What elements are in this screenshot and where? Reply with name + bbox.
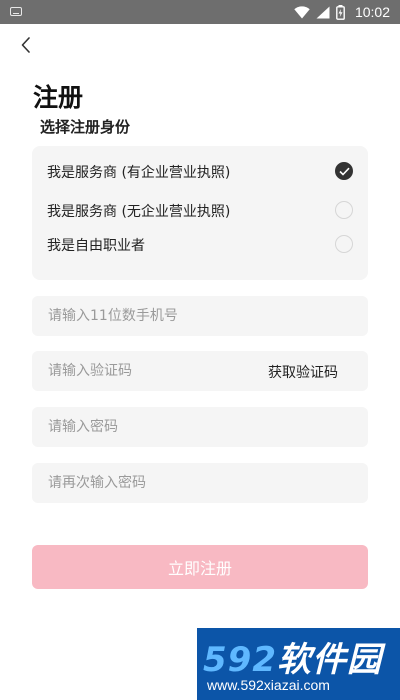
- wifi-icon: [294, 5, 310, 18]
- role-option-label: 我是自由职业者: [47, 238, 145, 254]
- page-title: 注册: [33, 83, 84, 112]
- back-button[interactable]: [16, 35, 36, 55]
- watermark-logo: 592软件园 www.592xiazai.com: [197, 628, 400, 700]
- radio-unchecked-icon[interactable]: [335, 235, 353, 253]
- battery-icon: [336, 4, 345, 20]
- phone-input[interactable]: [32, 296, 368, 336]
- radio-checked-icon[interactable]: [335, 162, 353, 180]
- code-field: 获取验证码: [32, 351, 368, 391]
- status-bar: 10:02: [0, 0, 400, 24]
- status-time: 10:02: [354, 4, 390, 20]
- register-button[interactable]: 立即注册: [32, 545, 368, 589]
- watermark-url: www.592xiazai.com: [207, 677, 330, 693]
- password-field: [32, 407, 368, 447]
- role-option-unlicensed-provider[interactable]: 我是服务商 (无企业营业执照): [32, 197, 368, 223]
- role-option-licensed-provider[interactable]: 我是服务商 (有企业营业执照): [32, 158, 368, 184]
- keyboard-icon: [10, 7, 22, 16]
- role-section-title: 选择注册身份: [40, 118, 131, 136]
- signal-icon: [316, 6, 330, 18]
- chevron-left-icon: [21, 37, 30, 53]
- watermark-number: 592: [203, 640, 277, 680]
- role-selector: 我是服务商 (有企业营业执照) 我是服务商 (无企业营业执照) 我是自由职业者: [32, 146, 368, 280]
- password-input[interactable]: [32, 407, 368, 447]
- confirm-password-input[interactable]: [32, 463, 368, 503]
- confirm-password-field: [32, 463, 368, 503]
- radio-unchecked-icon[interactable]: [335, 201, 353, 219]
- phone-field: [32, 296, 368, 336]
- watermark-text: 软件园: [276, 640, 382, 680]
- status-icons: 10:02: [294, 3, 390, 21]
- role-option-freelancer[interactable]: 我是自由职业者: [32, 231, 368, 257]
- get-code-button[interactable]: 获取验证码: [268, 362, 338, 382]
- role-option-label: 我是服务商 (无企业营业执照): [47, 204, 231, 220]
- watermark-brand: 592软件园: [203, 632, 382, 681]
- role-option-label: 我是服务商 (有企业营业执照): [47, 165, 231, 181]
